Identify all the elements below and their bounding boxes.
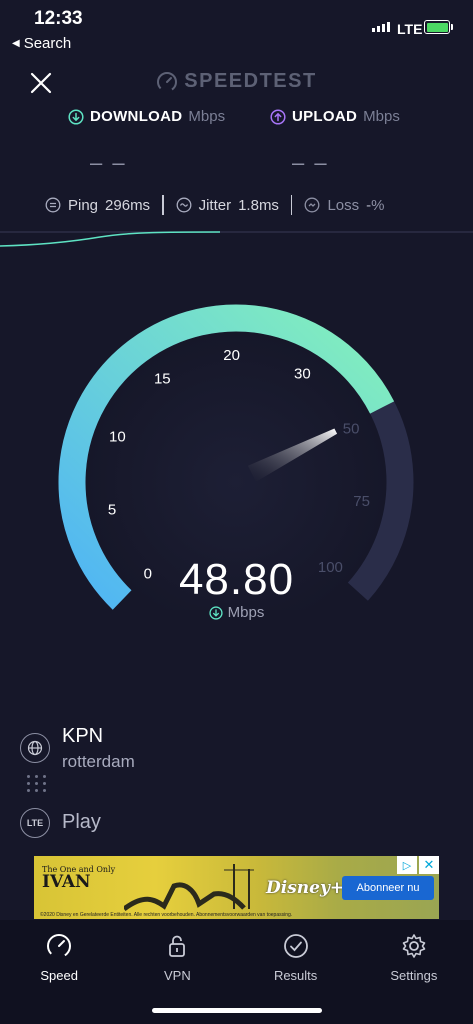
provider-globe-badge [20,733,50,763]
speed-unit-label: Mbps [227,604,265,621]
gear-icon [402,934,426,958]
tab-settings-label: Settings [390,968,438,983]
network-type: LTE [397,21,423,37]
lock-icon [169,935,186,957]
check-circle-icon [283,934,308,958]
download-arrow-small-icon [209,605,223,620]
ping-stat: Ping 296ms [45,197,150,214]
speedtest-logo: SPEEDTEST [0,70,473,93]
loss-unit: % [371,196,385,214]
battery-icon [424,20,453,34]
current-speed-unit: Mbps [0,604,473,621]
ping-unit: ms [130,196,151,214]
download-value: – – [90,150,127,175]
back-to-search-link[interactable]: ◀ Search [12,35,71,52]
loss-icon [304,197,320,213]
upload-unit: Mbps [363,108,400,125]
ad-title: The One and Only IVAN [42,866,115,891]
back-triangle-icon: ◀ [12,38,20,49]
jitter-label: Jitter [198,196,232,214]
download-label: DOWNLOAD [90,108,183,125]
server-badge: LTE [20,808,50,838]
upload-value: – – [292,150,329,175]
brand-label: SPEEDTEST [184,70,317,92]
speedometer-logo-icon [157,71,178,92]
jitter-icon [176,197,192,213]
ad-brand: Disney+ [266,878,345,898]
ping-value: 296 [105,196,131,214]
upload-label: UPLOAD [292,108,358,125]
tab-results-label: Results [273,968,318,983]
stat-divider [290,195,293,215]
speed-graph-line [0,231,473,247]
gauge-tick-75: 75 [353,493,370,510]
ad-close-icon[interactable]: ✕ [419,856,439,874]
tab-settings[interactable]: Settings [355,920,473,1024]
upload-header: UPLOAD Mbps [270,108,400,125]
ad-info-icon[interactable]: ▷ [397,856,417,874]
loss-stat: Loss -% [304,197,384,214]
tab-speed-label: Speed [40,968,78,983]
upload-arrow-icon [270,108,286,125]
jitter-unit: ms [258,196,279,214]
ad-legal-text: ©2020 Disney en Gerelateerde Entiteiten.… [40,912,293,918]
gauge-tick-20: 20 [223,347,240,364]
status-time: 12:33 [34,8,83,29]
loss-label: Loss [327,196,360,214]
ping-icon [45,197,61,213]
ad-cta-button[interactable]: Abonneer nu [342,876,434,900]
jitter-stat: Jitter 1.8ms [176,197,279,214]
gauge-tick-50: 50 [343,420,360,437]
gauge-icon [47,934,72,958]
tab-speed[interactable]: Speed [0,920,118,1024]
provider-location: rotterdam [62,752,135,771]
globe-icon [27,740,43,756]
back-label: Search [23,35,72,52]
stats-row: Ping 296ms Jitter 1.8ms Loss -% [0,190,473,220]
gauge-tick-10: 10 [109,429,126,446]
provider-name: KPN [62,725,104,747]
ad-artwork-icon [124,864,254,912]
download-unit: Mbps [188,108,226,125]
cellular-signal-icon [372,22,390,32]
jitter-value: 1.8 [238,196,259,214]
ping-label: Ping [68,196,99,214]
download-header: DOWNLOAD Mbps [68,108,225,125]
current-speed-value: 48.80 [178,555,295,604]
ad-banner[interactable]: The One and Only IVAN Disney+ Abonneer n… [34,856,439,919]
gauge-tick-30: 30 [294,366,311,383]
connection-dots-icon [27,775,47,792]
stat-divider [162,195,164,215]
home-indicator [152,1008,322,1013]
server-name[interactable]: Play [62,811,101,834]
ad-title-big: IVAN [42,872,91,892]
download-arrow-icon [68,108,84,125]
tab-vpn-label: VPN [164,968,191,983]
gauge-tick-5: 5 [108,502,116,519]
gauge-tick-15: 15 [154,371,171,388]
